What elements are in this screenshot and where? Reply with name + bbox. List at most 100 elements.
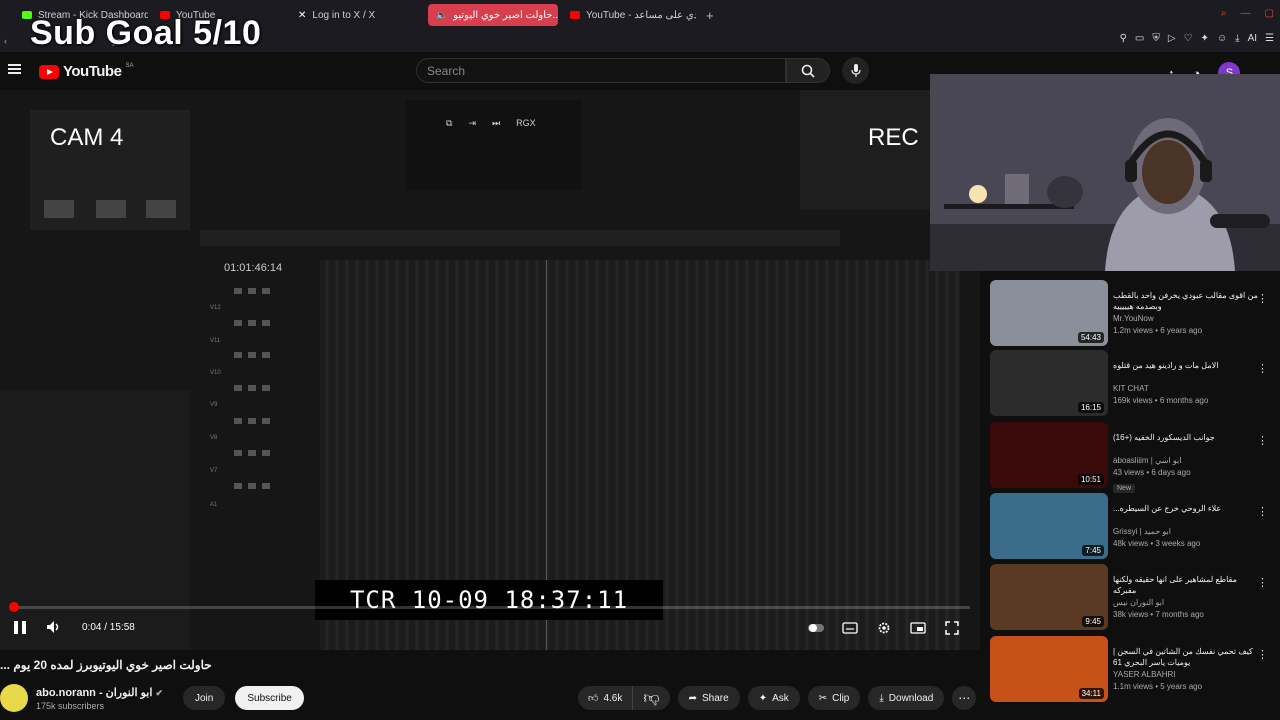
back-icon[interactable]: ‹ xyxy=(4,36,7,46)
more-vert-icon[interactable]: ⋮ xyxy=(1257,576,1268,589)
pip-icon[interactable]: ▷ xyxy=(1168,33,1176,44)
shield-icon[interactable]: ⛨ xyxy=(1152,33,1160,44)
microphone-icon xyxy=(850,63,861,77)
track-controls xyxy=(234,352,270,358)
more-vert-icon[interactable]: ⋮ xyxy=(1257,648,1268,661)
video-duration: 10:51 xyxy=(1077,474,1104,485)
recommendation-title[interactable]: كيف تحمي نفسك من الشاتين في السجن | يومي… xyxy=(1113,646,1261,668)
recommendation-title[interactable]: الامل مات و رادينو هيد من قتلوه xyxy=(1113,360,1261,382)
pause-icon[interactable] xyxy=(14,620,26,634)
track-label: V12 xyxy=(210,305,221,311)
channel-info: abo.norann - ابو النوران ✔ 175k subscrib… xyxy=(36,686,163,711)
recommendations-sidebar: 54:43 من اقوى مقالب عبودي يخرفن واحد بالق… xyxy=(990,272,1280,720)
ask-label: Ask xyxy=(772,692,789,704)
channel-name-text: abo.norann - ابو النوران xyxy=(36,686,153,699)
tab-current-video[interactable]: 🔈 حاولت اصير خوي اليوتيو... xyxy=(428,4,558,26)
recommendation-thumbnail[interactable]: 9:45 xyxy=(990,564,1108,630)
webcam-overlay xyxy=(930,74,1280,271)
video-duration: 54:43 xyxy=(1077,332,1104,343)
recommendation-title[interactable]: علاء الروحي خرج عن السيطره... xyxy=(1113,503,1261,525)
recommendation-item[interactable]: 7:45 علاء الروحي خرج عن السيطره... Grissyi… xyxy=(990,493,1280,561)
new-tab-button[interactable]: + xyxy=(706,8,714,23)
share-button[interactable]: ➦ Share xyxy=(677,686,740,710)
enter-icon: ⇥ xyxy=(468,118,476,128)
join-button[interactable]: Join xyxy=(183,686,226,710)
editor-effects-panel xyxy=(0,390,190,650)
profile-icon[interactable]: ☺ xyxy=(1217,33,1227,44)
recommendation-meta: 43 views • 6 days ago xyxy=(1113,468,1191,477)
pin-icon[interactable]: ⚲ xyxy=(1120,33,1127,44)
recommendation-meta: 48k views • 3 weeks ago xyxy=(1113,539,1201,548)
search-input[interactable]: Search xyxy=(416,58,786,83)
recommendation-item[interactable]: 54:43 من اقوى مقالب عبودي يخرفن واحد بالق… xyxy=(990,280,1280,348)
tab-youtube-reply[interactable]: YouTube - ردي على مساعد xyxy=(562,4,696,26)
rec-label: REC xyxy=(868,124,919,151)
heart-icon[interactable]: ♡ xyxy=(1184,33,1193,44)
search-tabs-icon[interactable]: ⌕ xyxy=(1221,8,1227,19)
dislike-button[interactable]: 👎︎ xyxy=(633,686,669,710)
download-button[interactable]: ⤓ Download xyxy=(868,686,945,710)
more-vert-icon[interactable]: ⋮ xyxy=(1257,362,1268,375)
recommendation-thumbnail[interactable]: 10:51 xyxy=(990,422,1108,488)
channel-avatar[interactable] xyxy=(0,684,28,712)
extensions-icon[interactable]: ✦ xyxy=(1201,33,1209,44)
window-controls: ⌕ — ▢ xyxy=(1221,8,1274,19)
fullscreen-icon[interactable] xyxy=(944,621,960,635)
recommendation-thumbnail[interactable]: 16:15 xyxy=(990,350,1108,416)
channel-name[interactable]: abo.norann - ابو النوران ✔ xyxy=(36,686,163,699)
volume-icon[interactable] xyxy=(46,620,62,634)
recommendation-title[interactable]: مقاطع لمشاهير على انها حقيقه ولكنها مفبر… xyxy=(1113,574,1261,596)
search-button[interactable] xyxy=(786,58,830,83)
progress-bar[interactable] xyxy=(8,602,970,612)
youtube-logo[interactable]: YouTube SA xyxy=(39,63,133,80)
menu-icon[interactable]: ☰ xyxy=(1265,33,1274,44)
maximize-icon[interactable]: ▢ xyxy=(1265,8,1274,19)
more-vert-icon[interactable]: ⋮ xyxy=(1257,434,1268,447)
hamburger-menu-icon[interactable] xyxy=(8,64,21,74)
clip-button[interactable]: ✂ Clip xyxy=(807,686,861,710)
autoplay-toggle-icon[interactable] xyxy=(808,621,824,635)
recommendation-channel[interactable]: aboasliiim | ابو اسي xyxy=(1113,456,1261,465)
recommendation-item[interactable]: 16:15 الامل مات و رادينو هيد من قتلوه KIT … xyxy=(990,350,1280,418)
tab-label: حاولت اصير خوي اليوتيو... xyxy=(453,9,558,21)
recommendation-channel[interactable]: Mr.YouNow xyxy=(1113,314,1261,323)
recommendation-item[interactable]: 34:11 كيف تحمي نفسك من الشاتين في السجن |… xyxy=(990,636,1280,704)
editor-clip-thumb xyxy=(96,200,126,218)
track-controls xyxy=(234,320,270,326)
settings-gear-icon[interactable] xyxy=(876,621,892,635)
progress-scrubber[interactable] xyxy=(8,602,19,612)
recommendation-thumbnail[interactable]: 54:43 xyxy=(990,280,1108,346)
recommendation-thumbnail[interactable]: 34:11 xyxy=(990,636,1108,702)
recommendation-channel[interactable]: ابو النوران نيس xyxy=(1113,598,1261,607)
recommendation-item[interactable]: 9:45 مقاطع لمشاهير على انها حقيقه ولكنها … xyxy=(990,564,1280,632)
like-button[interactable]: 👍︎ 4.6k xyxy=(578,686,634,710)
recommendation-channel[interactable]: YASER ALBAHRI xyxy=(1113,670,1261,679)
recommendation-channel[interactable]: Grissyi | ابو حميد xyxy=(1113,527,1261,536)
video-title: حاولت اصير خوي اليوتيوبرز لمده 20 يوم ..… xyxy=(0,658,212,672)
logo-text: YouTube xyxy=(63,63,122,80)
download-icon[interactable]: ⤓ xyxy=(1235,33,1239,44)
youtube-icon xyxy=(570,11,580,19)
minimize-icon[interactable]: — xyxy=(1241,8,1251,19)
more-actions-button[interactable]: ⋯ xyxy=(952,686,977,710)
recommendation-thumbnail[interactable]: 7:45 xyxy=(990,493,1108,559)
recommendation-title[interactable]: من اقوى مقالب عبودي يخرفن واحد بالقطب وب… xyxy=(1113,290,1261,312)
track-controls xyxy=(234,450,270,456)
bookmark-icon[interactable]: ▭ xyxy=(1135,33,1144,44)
captions-icon[interactable] xyxy=(842,621,858,635)
recommendation-title[interactable]: جوانب الديسكورد الخفيه (+16) xyxy=(1113,432,1261,454)
track-label: V8 xyxy=(210,435,218,441)
recommendation-channel[interactable]: KIT CHAT xyxy=(1113,384,1261,393)
tab-x-login[interactable]: ✕ Log in to X / X xyxy=(290,4,424,26)
video-duration: 16:15 xyxy=(1077,402,1104,413)
miniplayer-icon[interactable] xyxy=(910,621,926,635)
voice-search-button[interactable] xyxy=(842,57,869,84)
subscribe-button[interactable]: Subscribe xyxy=(235,686,304,710)
more-vert-icon[interactable]: ⋮ xyxy=(1257,292,1268,305)
speaker-icon: 🔈 xyxy=(436,9,448,20)
ai-icon[interactable]: AI xyxy=(1248,33,1257,44)
ask-button[interactable]: ✦ Ask xyxy=(747,686,800,710)
more-vert-icon[interactable]: ⋮ xyxy=(1257,505,1268,518)
recommendation-item[interactable]: 10:51 جوانب الديسكورد الخفيه (+16) aboasli… xyxy=(990,422,1280,493)
video-player[interactable]: V12 V11 V10 V9 V8 V7 A1 ⧉ ⇥ ⏭ RGX CAM 4 … xyxy=(0,90,980,650)
